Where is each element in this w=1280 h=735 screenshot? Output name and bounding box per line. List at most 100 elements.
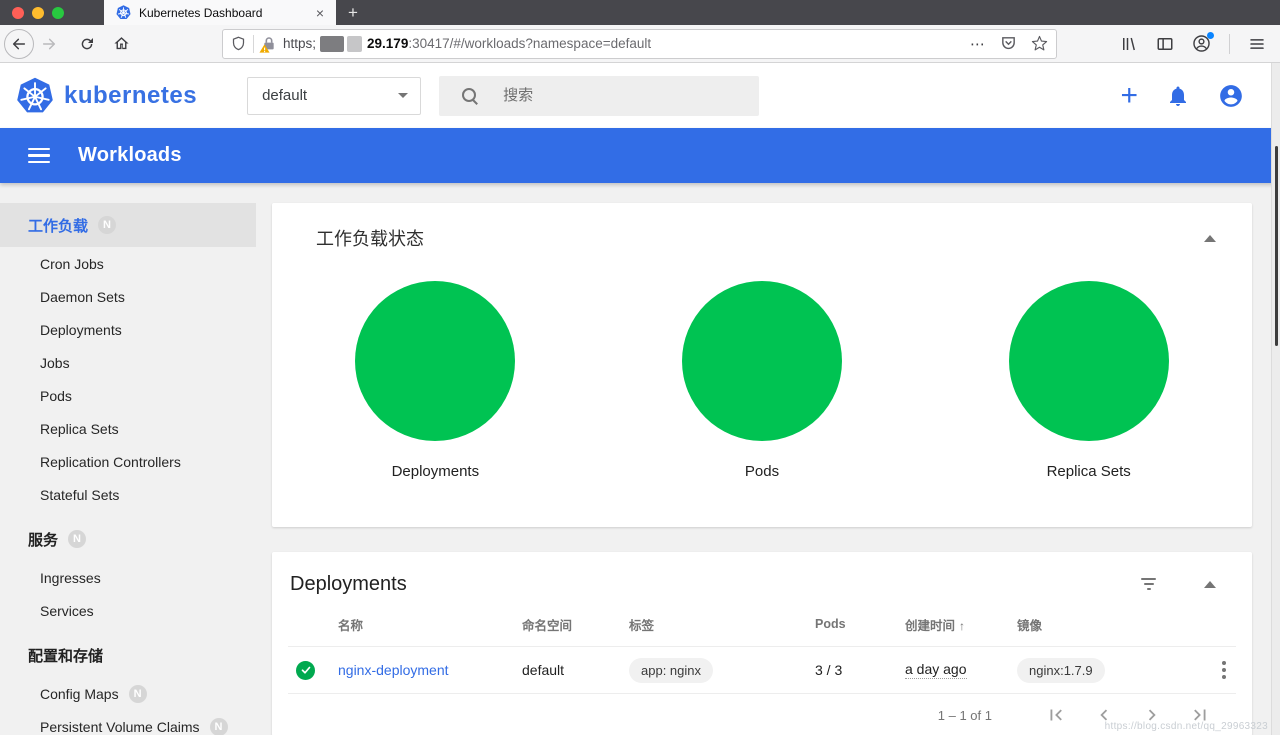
namespace-column-header[interactable]: 命名空间 bbox=[522, 615, 629, 634]
created-column-header[interactable]: 创建时间↑ bbox=[905, 615, 1017, 634]
pocket-save-icon[interactable] bbox=[1000, 35, 1017, 52]
deployments-card-title: Deployments bbox=[290, 573, 1141, 596]
warning-triangle-icon bbox=[259, 43, 270, 54]
pods-donut-chart[interactable] bbox=[682, 281, 842, 441]
browser-tab-bar: Kubernetes Dashboard × + bbox=[0, 0, 1280, 25]
sidebar-item-replica-sets[interactable]: Replica Sets bbox=[0, 412, 256, 445]
scrollbar-thumb[interactable] bbox=[1275, 146, 1278, 346]
sidebar-item-deployments[interactable]: Deployments bbox=[0, 313, 256, 346]
page-scrollbar[interactable] bbox=[1271, 63, 1280, 735]
url-redacted-block-2 bbox=[347, 36, 362, 52]
filter-icon[interactable] bbox=[1141, 578, 1156, 590]
sidebar-item-label: Daemon Sets bbox=[40, 289, 125, 305]
namespace-select[interactable]: default bbox=[247, 77, 421, 115]
sidebar-item-services[interactable]: Services bbox=[0, 594, 256, 627]
created-age-cell: a day ago bbox=[905, 661, 967, 679]
sidebar-item-ingresses[interactable]: Ingresses bbox=[0, 561, 256, 594]
create-resource-button[interactable]: + bbox=[1120, 81, 1138, 111]
sidebar-item-label: Replica Sets bbox=[40, 421, 119, 437]
window-zoom-button[interactable] bbox=[52, 7, 64, 19]
collapse-card-icon[interactable] bbox=[1204, 235, 1216, 242]
sidebar-nav: 工作负载 N Cron Jobs Daemon Sets Deployments… bbox=[0, 183, 256, 735]
sidebar-item-config-maps[interactable]: Config Maps N bbox=[0, 677, 256, 710]
search-input[interactable] bbox=[503, 87, 703, 104]
forward-button[interactable] bbox=[34, 29, 64, 59]
image-chip[interactable]: nginx:1.7.9 bbox=[1017, 658, 1105, 683]
sidebar-item-config-storage-section[interactable]: 配置和存储 bbox=[0, 633, 256, 677]
menu-hamburger-icon[interactable] bbox=[1248, 35, 1266, 53]
reload-icon bbox=[79, 36, 95, 52]
table-row: nginx-deployment default app: nginx 3 / … bbox=[288, 647, 1236, 694]
deployments-donut-chart[interactable] bbox=[355, 281, 515, 441]
firefox-account-button[interactable] bbox=[1192, 34, 1211, 53]
sidebar-item-jobs[interactable]: Jobs bbox=[0, 346, 256, 379]
name-column-header[interactable]: 名称 bbox=[338, 615, 522, 634]
collapse-card-icon[interactable] bbox=[1204, 581, 1216, 588]
url-bar[interactable]: https; 29.179 :30417/#/workloads?namespa… bbox=[222, 29, 1057, 59]
sidebar-item-label: Replication Controllers bbox=[40, 454, 181, 470]
user-avatar-icon[interactable] bbox=[1218, 83, 1244, 109]
pagination-range-label: 1 – 1 of 1 bbox=[938, 708, 992, 723]
url-scheme: https; bbox=[283, 36, 316, 51]
namespace-cell: default bbox=[522, 662, 629, 678]
sidebar-item-persistent-volume-claims[interactable]: Persistent Volume Claims N bbox=[0, 710, 256, 735]
label-chip[interactable]: app: nginx bbox=[629, 658, 713, 683]
deployments-card: Deployments 名称 命名空间 标签 Pods 创建时间↑ 镜像 bbox=[272, 552, 1252, 735]
row-menu-kebab-icon[interactable] bbox=[1218, 657, 1230, 683]
tab-close-icon[interactable]: × bbox=[312, 6, 328, 20]
first-page-button[interactable] bbox=[1032, 704, 1080, 726]
kubernetes-favicon bbox=[116, 5, 131, 20]
sidebar-item-label: Jobs bbox=[40, 355, 70, 371]
sidebar-item-label: Pods bbox=[40, 388, 72, 404]
back-arrow-icon bbox=[11, 36, 27, 52]
sidebar-item-label: Deployments bbox=[40, 322, 122, 338]
notifications-bell-icon[interactable] bbox=[1166, 84, 1190, 108]
new-tab-button[interactable]: + bbox=[336, 0, 370, 25]
deployment-name-link[interactable]: nginx-deployment bbox=[338, 662, 449, 678]
library-icon[interactable] bbox=[1120, 35, 1138, 53]
sidebar-item-stateful-sets[interactable]: Stateful Sets bbox=[0, 478, 256, 511]
sidebar-item-workloads[interactable]: 工作负载 N bbox=[0, 203, 256, 247]
kubernetes-logo[interactable]: kubernetes bbox=[16, 77, 197, 115]
sidebar-item-label: Stateful Sets bbox=[40, 487, 119, 503]
sidebars-icon[interactable] bbox=[1156, 35, 1174, 53]
workload-status-card: 工作负载状态 Deployments Pods Replica Sets bbox=[272, 203, 1252, 527]
chart-label: Replica Sets bbox=[1047, 463, 1131, 480]
kubernetes-logo-text: kubernetes bbox=[64, 82, 197, 110]
search-box[interactable] bbox=[439, 76, 759, 116]
window-close-button[interactable] bbox=[12, 7, 24, 19]
workload-status-title: 工作负载状态 bbox=[316, 225, 1204, 251]
chart-label: Deployments bbox=[392, 463, 480, 480]
chevron-down-icon bbox=[398, 93, 408, 98]
sidebar-item-services-section[interactable]: 服务 N bbox=[0, 517, 256, 561]
status-chart-pods: Pods bbox=[599, 281, 926, 480]
sidebar-item-label: Config Maps bbox=[40, 686, 119, 702]
pods-cell: 3 / 3 bbox=[815, 662, 905, 678]
namespaced-badge: N bbox=[210, 718, 228, 735]
status-ok-icon bbox=[296, 661, 315, 680]
home-button[interactable] bbox=[106, 29, 136, 59]
labels-column-header[interactable]: 标签 bbox=[629, 615, 815, 634]
namespaced-badge: N bbox=[98, 216, 116, 234]
images-column-header[interactable]: 镜像 bbox=[1017, 615, 1188, 634]
csdn-watermark: https://blog.csdn.net/qq_29963323 bbox=[1105, 721, 1268, 732]
sidebar-item-replication-controllers[interactable]: Replication Controllers bbox=[0, 445, 256, 478]
created-column-label: 创建时间 bbox=[905, 619, 955, 633]
tracking-shield-icon[interactable] bbox=[231, 36, 246, 51]
url-text[interactable]: https; 29.179 :30417/#/workloads?namespa… bbox=[277, 36, 962, 52]
sidebar-item-cron-jobs[interactable]: Cron Jobs bbox=[0, 247, 256, 280]
browser-tab[interactable]: Kubernetes Dashboard × bbox=[104, 0, 336, 25]
sidebar-item-pods[interactable]: Pods bbox=[0, 379, 256, 412]
window-minimize-button[interactable] bbox=[32, 7, 44, 19]
pods-column-header[interactable]: Pods bbox=[815, 617, 905, 631]
page-title: Workloads bbox=[78, 144, 182, 167]
back-button[interactable] bbox=[4, 29, 34, 59]
status-chart-replica-sets: Replica Sets bbox=[925, 281, 1252, 480]
reload-button[interactable] bbox=[72, 29, 102, 59]
sidebar-item-daemon-sets[interactable]: Daemon Sets bbox=[0, 280, 256, 313]
replica-sets-donut-chart[interactable] bbox=[1009, 281, 1169, 441]
bookmark-star-icon[interactable] bbox=[1031, 35, 1048, 52]
page-actions-icon[interactable]: ⋯ bbox=[970, 35, 986, 53]
connection-lock-icon[interactable] bbox=[261, 36, 277, 52]
nav-hamburger-icon[interactable] bbox=[28, 148, 50, 164]
